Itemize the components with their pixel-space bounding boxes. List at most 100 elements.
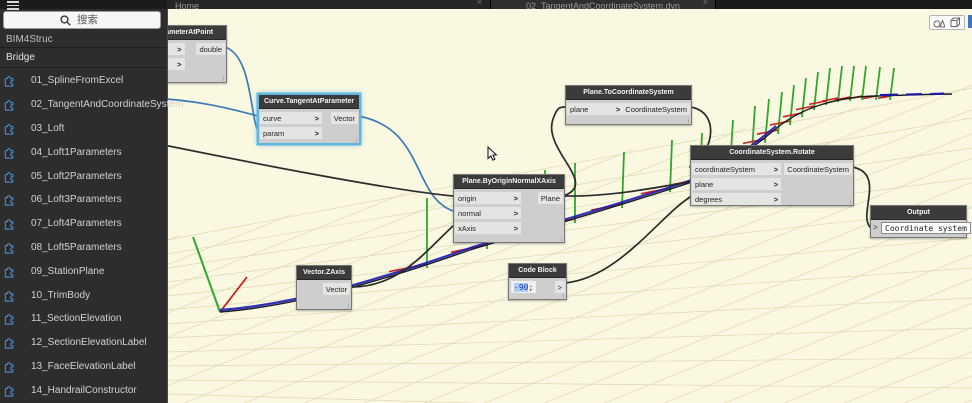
tab-bar: Home × 02_TangentAndCoordinateSystem.dyn… <box>0 0 972 9</box>
wire-pap.double-to-cta.param[interactable] <box>224 46 259 132</box>
sidebar-item-label: 09_StationPlane <box>31 265 105 277</box>
node-plane-byoriginnormalxaxis[interactable]: Plane.ByOriginNormalXAxis origin > normal > x… <box>453 174 565 243</box>
sidebar-item-label: 06_Loft3Parameters <box>31 194 122 206</box>
node-title: Vector.ZAxis <box>297 266 351 280</box>
sidebar-item[interactable]: 07_Loft4Parameters <box>0 212 167 236</box>
sidebar-item-label: 07_Loft4Parameters <box>31 218 122 230</box>
puzzle-icon <box>4 219 14 230</box>
sidebar-section-bridge[interactable]: Bridge <box>0 48 167 68</box>
input-port-plane[interactable]: plane > <box>567 103 624 115</box>
port-chevron-icon: > <box>314 128 319 138</box>
input-port-xAxis[interactable]: xAxis > <box>455 222 521 234</box>
wire-csr.CoordinateSystem-to-out.in[interactable] <box>851 166 871 228</box>
port-chevron-icon: > <box>177 59 182 69</box>
partial-button[interactable] <box>968 15 972 28</box>
geometry-shapes-icon[interactable] <box>933 18 945 28</box>
sidebar-item-label: 12_SectionElevationLabel <box>31 337 147 349</box>
output-port-double[interactable]: double <box>196 43 225 55</box>
puzzle-icon <box>4 266 14 278</box>
section-label: Bridge <box>6 52 35 63</box>
tab-home-label: Home <box>175 1 200 9</box>
port-chevron-icon: > <box>177 44 182 54</box>
port-chevron-icon: > <box>513 223 518 233</box>
input-port[interactable]: > <box>873 223 878 232</box>
puzzle-icon <box>4 290 14 302</box>
port-chevron-icon: > <box>513 208 518 218</box>
wire-pbo.Plane-to-csr.plane[interactable] <box>562 181 691 197</box>
wire-cta.Vector-to-pbo.normal[interactable] <box>357 115 454 212</box>
node-title: Curve.TangentAtParameter <box>259 95 359 109</box>
sidebar-item-label: 02_TangentAndCoordinateSystem <box>31 99 184 111</box>
port-label: curve <box>263 113 282 123</box>
tab-home-close-icon[interactable]: × <box>477 0 482 7</box>
port-label: param <box>263 128 285 138</box>
tab-document-label: 02_TangentAndCoordinateSystem.dyn <box>525 1 681 9</box>
port-chevron-icon: > <box>615 104 621 114</box>
tab-home[interactable]: Home × <box>167 0 491 9</box>
hamburger-menu-icon[interactable] <box>7 1 19 12</box>
sidebar-item[interactable]: 01_SplineFromExcel <box>0 69 167 93</box>
node-vector-zaxis[interactable]: Vector.ZAxis Vector <box>296 265 352 310</box>
sidebar-item[interactable]: 08_Loft5Parameters <box>0 236 167 260</box>
sidebar-item[interactable]: 13_FaceElevationLabel <box>0 355 167 379</box>
tab-document-close-icon[interactable]: × <box>703 0 708 7</box>
port-chevron-icon: > <box>314 113 319 123</box>
port-label: origin <box>458 193 477 203</box>
output-port-CoordinateSystem[interactable]: CoordinateSystem <box>622 103 690 115</box>
sidebar-item[interactable]: 14_HandrailConstructor <box>0 378 167 402</box>
view-toolbar[interactable] <box>929 15 965 30</box>
sidebar-item[interactable]: 03_Loft <box>0 117 167 141</box>
puzzle-icon <box>4 124 14 135</box>
wire-vza.Vector-to-pbo.xAxis[interactable] <box>349 225 454 288</box>
sidebar-item-label: 11_SectionElevation <box>31 313 122 325</box>
sidebar-item[interactable]: 06_Loft3Parameters <box>0 188 167 212</box>
puzzle-icon <box>4 147 14 159</box>
node-title: Output <box>871 206 966 220</box>
output-value: Coordinate system <box>881 222 971 234</box>
output-port-Vector[interactable]: Vector <box>330 112 358 124</box>
output-port-Vector[interactable]: Vector <box>322 283 350 295</box>
code-block-text[interactable]: -90; <box>511 281 537 293</box>
cube-icon[interactable] <box>950 17 961 28</box>
input-port-degrees[interactable]: degrees > <box>692 193 782 205</box>
sidebar-item-label: 13_FaceElevationLabel <box>31 360 136 372</box>
sidebar-item[interactable]: 11_SectionElevation <box>0 307 167 331</box>
sidebar-section-bim4struc[interactable]: BIM4Struc <box>0 31 167 48</box>
input-port-normal[interactable]: normal > <box>455 207 521 219</box>
node-plane-tocoordinatesystem[interactable]: Plane.ToCoordinateSystem plane > Coordinate… <box>565 85 692 125</box>
node-title: Plane.ToCoordinateSystem <box>566 86 691 100</box>
input-port-coordinateSystem[interactable]: coordinateSystem > <box>692 163 782 175</box>
sidebar-item[interactable]: 09_StationPlane <box>0 259 167 283</box>
sidebar-item-label: 14_HandrailConstructor <box>31 384 137 396</box>
sidebar-item[interactable]: 02_TangentAndCoordinateSystem <box>0 93 183 117</box>
search-box[interactable] <box>3 11 161 29</box>
sidebar-item[interactable]: 05_Loft2Parameters <box>0 164 167 188</box>
port-label: coordinateSystem <box>695 164 756 174</box>
port-chevron-icon: > <box>773 164 779 174</box>
sidebar-item[interactable]: 10_TrimBody <box>0 283 167 307</box>
search-input[interactable] <box>75 13 159 27</box>
sidebar-item[interactable]: 12_SectionElevationLabel <box>0 331 167 355</box>
sidebar-file-list: 01_SplineFromExcel 02_TangentAndCoordinat… <box>0 69 183 402</box>
node-output[interactable]: Output > Coordinate system <box>870 205 971 238</box>
tab-document[interactable]: 02_TangentAndCoordinateSystem.dyn × <box>491 0 716 9</box>
sidebar-item[interactable]: 04_Loft1Parameters <box>0 140 167 164</box>
output-port-Plane[interactable]: Plane <box>537 192 563 204</box>
puzzle-icon <box>4 195 14 206</box>
sidebar-item-label: 10_TrimBody <box>31 289 91 301</box>
node-code-block[interactable]: Code Block -90; > <box>508 263 567 300</box>
wire-cb.out-to-csr.degrees[interactable] <box>564 196 691 284</box>
output-port[interactable]: > <box>554 281 565 293</box>
node-coordinatesystem-rotate[interactable]: CoordinateSystem.Rotate coordinateSystem >… <box>690 145 854 206</box>
sidebar-item-label: 04_Loft1Parameters <box>31 146 122 158</box>
input-port-plane[interactable]: plane > <box>692 178 782 190</box>
library-sidebar: BIM4Struc Bridge 01_SplineFromExcel 02_Ta… <box>0 0 183 403</box>
input-port-origin[interactable]: origin > <box>455 192 521 204</box>
node-curve-tangentatparameter[interactable]: Curve.TangentAtParameter curve > param > Vect… <box>258 94 360 144</box>
sidebar-item-label: 05_Loft2Parameters <box>31 170 122 182</box>
output-port-CoordinateSystem[interactable]: CoordinateSystem <box>784 163 852 175</box>
input-port-param[interactable]: param > <box>260 127 322 139</box>
node-title: CoordinateSystem.Rotate <box>691 146 853 160</box>
input-port-curve[interactable]: curve > <box>260 112 322 124</box>
section-label: BIM4Struc <box>6 33 53 45</box>
